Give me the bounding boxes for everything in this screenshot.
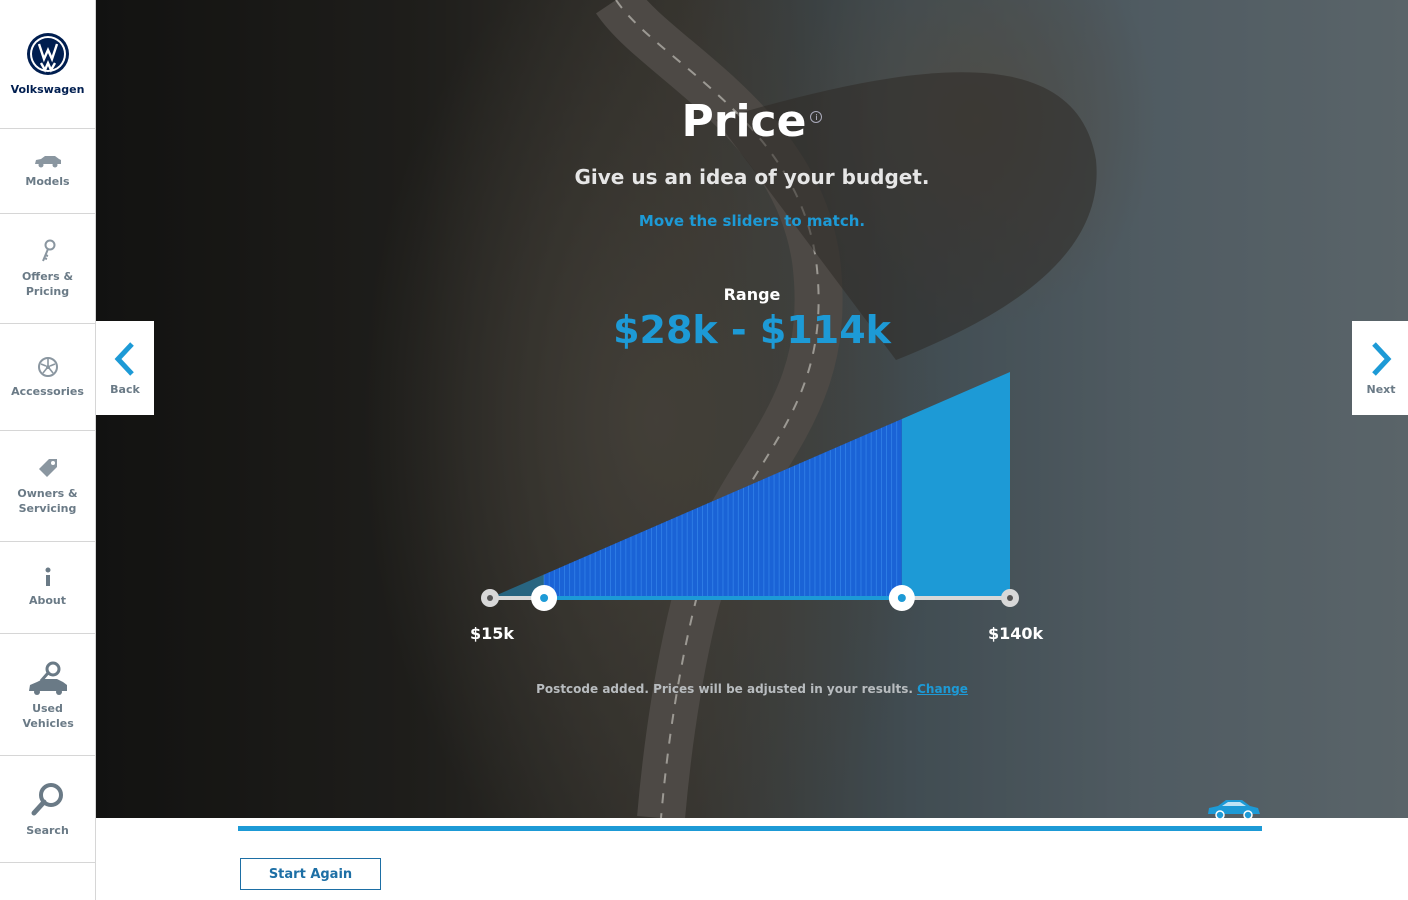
change-postcode-link[interactable]: Change <box>917 682 968 696</box>
brand-name: Volkswagen <box>10 82 85 96</box>
sidebar-item-label: Accessories <box>11 384 84 398</box>
chevron-right-icon <box>1372 341 1392 376</box>
sidebar-item-label: Models <box>25 174 70 188</box>
key-icon <box>39 239 57 263</box>
sidebar-item-used-vehicles[interactable]: Used Vehicles <box>0 634 95 756</box>
next-label: Next <box>1366 382 1396 396</box>
postcode-notice: Postcode added. Prices will be adjusted … <box>96 682 1408 696</box>
slider-hint: Move the sliders to match. <box>638 212 866 230</box>
next-button[interactable]: Next <box>1352 321 1408 415</box>
price-range-slider[interactable] <box>476 360 1056 660</box>
page-title-text: Price <box>681 96 807 147</box>
slider-max-point-dot <box>1007 595 1013 601</box>
chevron-left-icon <box>114 341 134 376</box>
range-label: Range <box>723 285 781 304</box>
info-icon <box>43 567 53 587</box>
sidebar-item-label: Search <box>26 823 69 837</box>
wedge-right <box>901 372 1010 598</box>
sidebar-item-label: Owners & Servicing <box>17 487 78 515</box>
sidebar-item-about[interactable]: About <box>0 542 95 634</box>
wheel-icon <box>37 356 59 378</box>
page-title: Price i <box>96 96 1408 147</box>
search-icon <box>30 781 66 817</box>
max-price-label: $140k <box>988 624 1044 643</box>
slider-low-handle-dot <box>540 594 549 602</box>
sidebar-item-label: About <box>28 594 67 607</box>
back-label: Back <box>110 382 140 396</box>
sidebar-item-models[interactable]: Models <box>0 129 95 214</box>
start-again-button[interactable]: Start Again <box>240 858 381 890</box>
used-car-icon <box>27 659 69 695</box>
tag-icon <box>36 456 60 480</box>
page-subtitle: Give us an idea of your budget. <box>574 165 930 189</box>
car-icon <box>33 154 63 168</box>
progress-bar <box>238 826 1262 831</box>
progress-car-icon <box>1206 798 1262 824</box>
sidebar-item-accessories[interactable]: Accessories <box>0 324 95 431</box>
sidebar-item-search[interactable]: Search <box>0 756 95 863</box>
min-price-label: $15k <box>470 624 515 643</box>
range-value: $28k - $114k <box>613 308 891 352</box>
sidebar-item-owners[interactable]: Owners & Servicing <box>0 431 95 542</box>
postcode-text: Postcode added. Prices will be adjusted … <box>536 682 913 696</box>
hero-background: Price i Give us an idea of your budget. M… <box>96 0 1408 818</box>
sidebar-item-offers[interactable]: Offers & Pricing <box>0 214 95 324</box>
sidebar-item-label: Used Vehicles <box>22 701 74 730</box>
back-button[interactable]: Back <box>96 321 154 415</box>
sidebar-item-label: Offers & Pricing <box>21 269 74 298</box>
brand-logo-link[interactable]: Volkswagen <box>0 0 95 129</box>
vw-logo-icon <box>26 32 70 76</box>
slider-min-point-dot <box>487 595 493 601</box>
info-icon[interactable]: i <box>810 111 823 124</box>
slider-high-handle-dot <box>897 594 906 602</box>
sidebar: Volkswagen Models Offers & Pricing Acces… <box>0 0 96 900</box>
